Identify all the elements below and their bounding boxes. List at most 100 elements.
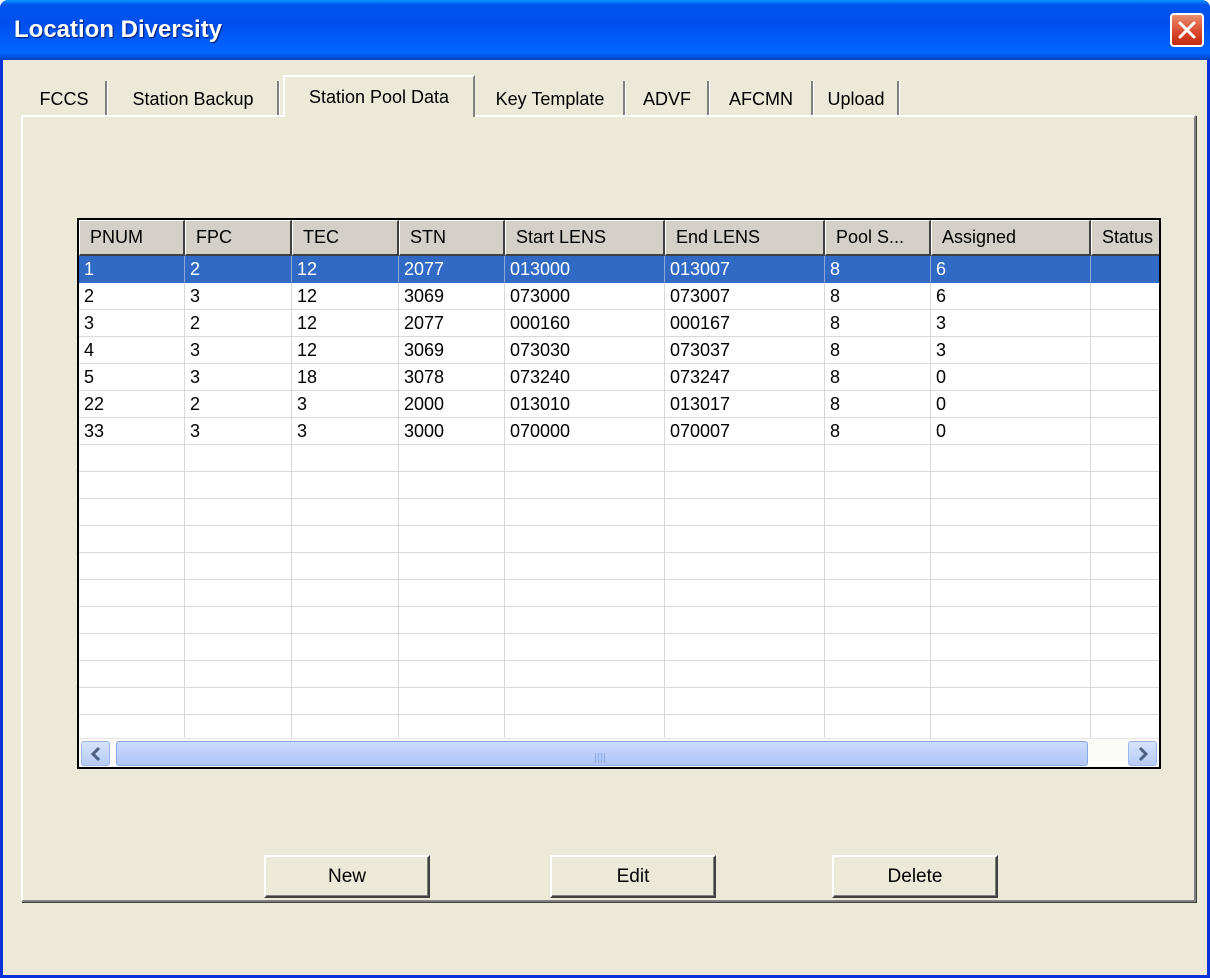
tab-advf[interactable]: ADVF: [627, 81, 709, 117]
table-cell: 4: [79, 337, 185, 364]
table-cell: [292, 634, 399, 661]
table-cell: 33: [79, 418, 185, 445]
table-row[interactable]: 3 2 12 2077 000160 000167 8 3: [79, 310, 1159, 337]
table-cell: [505, 580, 665, 607]
table-cell: [505, 553, 665, 580]
table-cell: 1: [79, 256, 185, 283]
column-header[interactable]: STN: [399, 220, 505, 256]
delete-button[interactable]: Delete: [832, 855, 998, 898]
table-cell: 6: [931, 256, 1091, 283]
table-cell: [79, 634, 185, 661]
table-cell: [825, 688, 931, 715]
table-cell: [505, 634, 665, 661]
table-cell: [79, 580, 185, 607]
table-cell: 12: [292, 283, 399, 310]
new-button[interactable]: New: [264, 855, 430, 898]
dialog-window: Location Diversity FCCS Station Backup S…: [0, 0, 1210, 978]
table-cell: [931, 472, 1091, 499]
table-cell: [292, 553, 399, 580]
table-cell: 3: [292, 418, 399, 445]
table-cell: 013017: [665, 391, 825, 418]
table-cell: [505, 499, 665, 526]
table-row[interactable]: 22 2 3 2000 013010 013017 8 0: [79, 391, 1159, 418]
table-cell: [931, 499, 1091, 526]
table-cell: [185, 472, 292, 499]
table-cell: [665, 688, 825, 715]
tab-station-pool-data[interactable]: Station Pool Data: [283, 75, 475, 117]
column-header[interactable]: PNUM: [79, 220, 185, 256]
table-cell: [399, 688, 505, 715]
table-cell: 22: [79, 391, 185, 418]
table-row[interactable]: 5 3 18 3078 073240 073247 8 0: [79, 364, 1159, 391]
column-header[interactable]: Start LENS: [505, 220, 665, 256]
table-cell: [1091, 526, 1159, 553]
table-cell: 3: [185, 364, 292, 391]
table-cell: [292, 445, 399, 472]
table-header: PNUM FPC TEC STN Start LENS End LENS Pool S...…: [79, 220, 1159, 256]
table-row[interactable]: 1 2 12 2077 013000 013007 8 6: [79, 256, 1159, 283]
empty-row: [79, 445, 1159, 472]
empty-row: [79, 634, 1159, 661]
table-cell: [399, 526, 505, 553]
table-cell: [931, 607, 1091, 634]
table-cell: [185, 688, 292, 715]
table-cell: [292, 580, 399, 607]
table-cell: [1091, 580, 1159, 607]
tab-station-backup[interactable]: Station Backup: [109, 81, 279, 117]
table-cell: 013007: [665, 256, 825, 283]
tab-upload[interactable]: Upload: [815, 81, 899, 117]
table-cell: 2000: [399, 391, 505, 418]
column-header[interactable]: FPC: [185, 220, 292, 256]
scroll-thumb[interactable]: [116, 741, 1088, 766]
close-button[interactable]: [1170, 13, 1204, 47]
table-cell: [1091, 553, 1159, 580]
grip-icon: [595, 750, 611, 763]
table-cell: [931, 580, 1091, 607]
column-header[interactable]: End LENS: [665, 220, 825, 256]
column-header[interactable]: Assigned: [931, 220, 1091, 256]
tab-afcmn[interactable]: AFCMN: [711, 81, 813, 117]
table-cell: 3: [292, 391, 399, 418]
table-cell: 073007: [665, 283, 825, 310]
table-cell: [1091, 256, 1159, 283]
table-cell: 2: [185, 391, 292, 418]
horizontal-scrollbar[interactable]: [79, 738, 1159, 767]
table-cell: [1091, 418, 1159, 445]
table-row[interactable]: 4 3 12 3069 073030 073037 8 3: [79, 337, 1159, 364]
table-cell: [399, 553, 505, 580]
table-cell: 12: [292, 256, 399, 283]
table-cell: [399, 661, 505, 688]
table-cell: [79, 526, 185, 553]
column-header[interactable]: Status: [1091, 220, 1159, 256]
table-cell: [292, 472, 399, 499]
scroll-left-button[interactable]: [81, 741, 110, 766]
station-pool-table[interactable]: PNUM FPC TEC STN Start LENS End LENS Pool S...…: [77, 218, 1161, 769]
tab-fccs[interactable]: FCCS: [23, 81, 107, 117]
scroll-right-button[interactable]: [1128, 741, 1157, 766]
tab-key-template[interactable]: Key Template: [477, 81, 625, 117]
table-cell: 8: [825, 337, 931, 364]
edit-button[interactable]: Edit: [550, 855, 716, 898]
table-cell: 073247: [665, 364, 825, 391]
table-cell: 12: [292, 310, 399, 337]
table-cell: [1091, 283, 1159, 310]
table-cell: [1091, 688, 1159, 715]
column-header[interactable]: TEC: [292, 220, 399, 256]
table-row[interactable]: 2 3 12 3069 073000 073007 8 6: [79, 283, 1159, 310]
table-cell: [292, 499, 399, 526]
table-cell: 6: [931, 283, 1091, 310]
table-row[interactable]: 33 3 3 3000 070000 070007 8 0: [79, 418, 1159, 445]
table-cell: [505, 526, 665, 553]
table-cell: [1091, 607, 1159, 634]
table-cell: [1091, 391, 1159, 418]
title-bar[interactable]: Location Diversity: [0, 0, 1210, 60]
table-cell: [825, 553, 931, 580]
table-cell: 073000: [505, 283, 665, 310]
table-cell: 5: [79, 364, 185, 391]
table-cell: [185, 445, 292, 472]
table-cell: [665, 607, 825, 634]
column-header[interactable]: Pool S...: [825, 220, 931, 256]
table-cell: [931, 553, 1091, 580]
empty-row: [79, 526, 1159, 553]
table-cell: [1091, 310, 1159, 337]
